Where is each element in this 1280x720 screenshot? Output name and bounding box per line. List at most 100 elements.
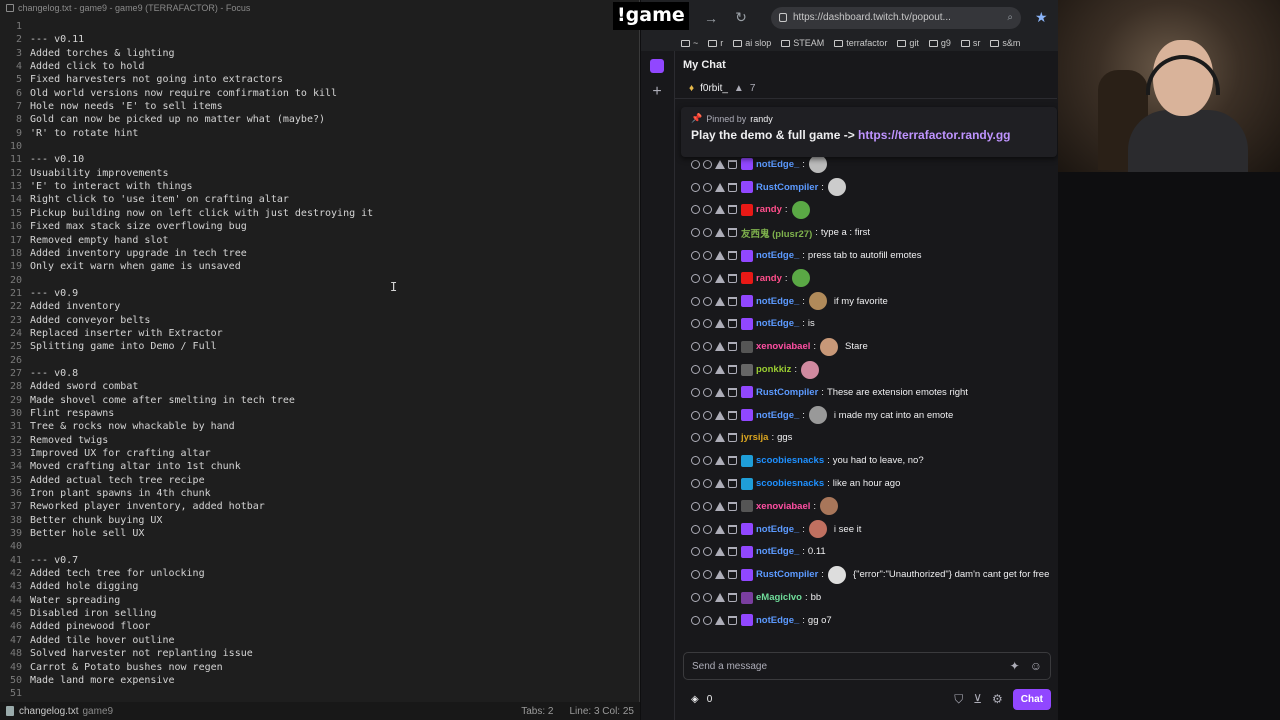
emote-icon[interactable] <box>801 360 820 379</box>
ban-icon[interactable] <box>691 547 700 557</box>
chat-message[interactable]: RustCompiler: These are extension emotes … <box>675 381 1058 404</box>
chat-message[interactable]: xenoviabael: <box>675 495 1058 518</box>
delete-icon[interactable] <box>728 547 737 557</box>
warn-icon[interactable] <box>715 433 725 443</box>
chat-message[interactable]: notEdge_: i made my cat into an emote <box>675 404 1058 427</box>
ban-icon[interactable] <box>691 501 700 511</box>
chat-message[interactable]: notEdge_: press tab to autofill emotes <box>675 244 1058 267</box>
chat-username[interactable]: xenoviabael <box>756 501 810 512</box>
code-line[interactable]: 2 --- v0.11 <box>0 33 639 46</box>
user-badge-icon[interactable] <box>741 203 753 216</box>
warn-icon[interactable] <box>715 615 725 625</box>
code-line[interactable]: 31 Tree & rocks now whackable by hand <box>0 420 639 433</box>
warn-icon[interactable] <box>715 410 725 420</box>
url-text[interactable]: https://dashboard.twitch.tv/popout... <box>793 12 951 23</box>
channel-points-icon[interactable]: ◈ <box>691 694 699 705</box>
pinned-message[interactable]: 📌 Pinned by randy Play the demo & full g… <box>681 107 1057 157</box>
bookmark-item[interactable]: s&m <box>990 38 1020 48</box>
chat-username[interactable]: notEdge_ <box>756 318 799 329</box>
code-line[interactable]: 17 Removed empty hand slot <box>0 234 639 247</box>
chat-username[interactable]: RustCompiler <box>756 569 818 580</box>
delete-icon[interactable] <box>728 615 737 625</box>
delete-icon[interactable] <box>728 410 737 420</box>
bits-icon[interactable]: ✦ <box>1010 659 1020 673</box>
delete-icon[interactable] <box>728 456 737 466</box>
pinned-link[interactable]: https://terrafactor.randy.gg <box>858 128 1010 142</box>
forward-arrow-icon[interactable]: → <box>703 10 719 26</box>
code-line[interactable]: 33 Improved UX for crafting altar <box>0 447 639 460</box>
chat-message[interactable]: ponkkiz: <box>675 358 1058 381</box>
timeout-icon[interactable] <box>703 159 712 169</box>
chat-username[interactable]: notEdge_ <box>756 546 799 557</box>
ban-icon[interactable] <box>691 433 700 443</box>
code-line[interactable]: 8 Gold can now be picked up no matter wha… <box>0 113 639 126</box>
code-line[interactable]: 34 Moved crafting altar into 1st chunk <box>0 460 639 473</box>
emote-icon[interactable] <box>820 337 839 356</box>
emote-icon[interactable] <box>827 178 846 197</box>
chat-username[interactable]: RustCompiler <box>756 387 818 398</box>
add-panel-icon[interactable]: + <box>650 84 664 100</box>
code-line[interactable]: 18 Added inventory upgrade in tech tree <box>0 247 639 260</box>
chat-username[interactable]: notEdge_ <box>756 615 799 626</box>
code-line[interactable]: 26 <box>0 354 639 367</box>
zoom-icon[interactable]: ⌕ <box>1007 12 1013 23</box>
cart-icon[interactable]: ⊻ <box>973 692 982 706</box>
code-line[interactable]: 42 Added tech tree for unlocking <box>0 567 639 580</box>
gift-user[interactable]: f0rbit_ <box>700 83 728 94</box>
warn-icon[interactable] <box>715 365 725 375</box>
ban-icon[interactable] <box>691 319 700 329</box>
code-line[interactable]: 51 <box>0 687 639 700</box>
code-line[interactable]: 12 Usuability improvements <box>0 167 639 180</box>
warn-icon[interactable] <box>715 342 725 352</box>
chat-message[interactable]: randy: <box>675 199 1058 222</box>
status-cursor-position[interactable]: Line: 3 Col: 25 <box>570 706 635 717</box>
chat-username[interactable]: notEdge_ <box>756 159 799 170</box>
reload-icon[interactable]: ↻ <box>733 9 749 26</box>
delete-icon[interactable] <box>728 570 737 580</box>
user-badge-icon[interactable] <box>741 500 753 513</box>
warn-icon[interactable] <box>715 182 725 192</box>
code-line[interactable]: 35 Added actual tech tree recipe <box>0 474 639 487</box>
delete-icon[interactable] <box>728 273 737 283</box>
user-badge-icon[interactable] <box>741 363 753 376</box>
code-line[interactable]: 3 Added torches & lighting <box>0 47 639 60</box>
code-line[interactable]: 9 'R' to rotate hint <box>0 127 639 140</box>
pinned-by-user[interactable]: randy <box>750 114 773 124</box>
code-line[interactable]: 23 Added conveyor belts <box>0 314 639 327</box>
bookmark-star-icon[interactable]: ★ <box>1035 9 1048 26</box>
chat-message[interactable]: randy: <box>675 267 1058 290</box>
code-line[interactable]: 13 'E' to interact with things <box>0 180 639 193</box>
chat-username[interactable]: 友西鬼 (plusr27) <box>741 226 812 240</box>
user-badge-icon[interactable] <box>741 545 753 558</box>
delete-icon[interactable] <box>728 342 737 352</box>
chat-username[interactable]: notEdge_ <box>756 250 799 261</box>
timeout-icon[interactable] <box>703 273 712 283</box>
code-line[interactable]: 50 Made land more expensive <box>0 674 639 687</box>
bookmark-item[interactable]: git <box>897 38 919 48</box>
delete-icon[interactable] <box>728 387 737 397</box>
delete-icon[interactable] <box>728 593 737 603</box>
address-bar[interactable]: https://dashboard.twitch.tv/popout... ⌕ <box>771 6 1021 29</box>
bookmark-item[interactable]: g9 <box>928 38 951 48</box>
code-line[interactable]: 24 Replaced inserter with Extractor <box>0 327 639 340</box>
timeout-icon[interactable] <box>703 593 712 603</box>
user-badge-icon[interactable] <box>741 272 753 285</box>
user-badge-icon[interactable] <box>741 340 753 353</box>
chat-username[interactable]: eMagiclvo <box>756 592 802 603</box>
code-line[interactable]: 30 Flint respawns <box>0 407 639 420</box>
timeout-icon[interactable] <box>703 182 712 192</box>
chat-message-list[interactable]: notEdge_: RustCompiler: randy: 友西鬼 (plusr27… <box>675 153 1058 632</box>
user-badge-icon[interactable] <box>741 386 753 399</box>
warn-icon[interactable] <box>715 205 725 215</box>
code-line[interactable]: 1 <box>0 20 639 33</box>
code-line[interactable]: 29 Made shovel come after smelting in tec… <box>0 394 639 407</box>
warn-icon[interactable] <box>715 456 725 466</box>
timeout-icon[interactable] <box>703 570 712 580</box>
warn-icon[interactable] <box>715 479 725 489</box>
code-line[interactable]: 11 --- v0.10 <box>0 153 639 166</box>
ban-icon[interactable] <box>691 479 700 489</box>
code-line[interactable]: 39 Better hole sell UX <box>0 527 639 540</box>
ban-icon[interactable] <box>691 593 700 603</box>
timeout-icon[interactable] <box>703 251 712 261</box>
timeout-icon[interactable] <box>703 342 712 352</box>
